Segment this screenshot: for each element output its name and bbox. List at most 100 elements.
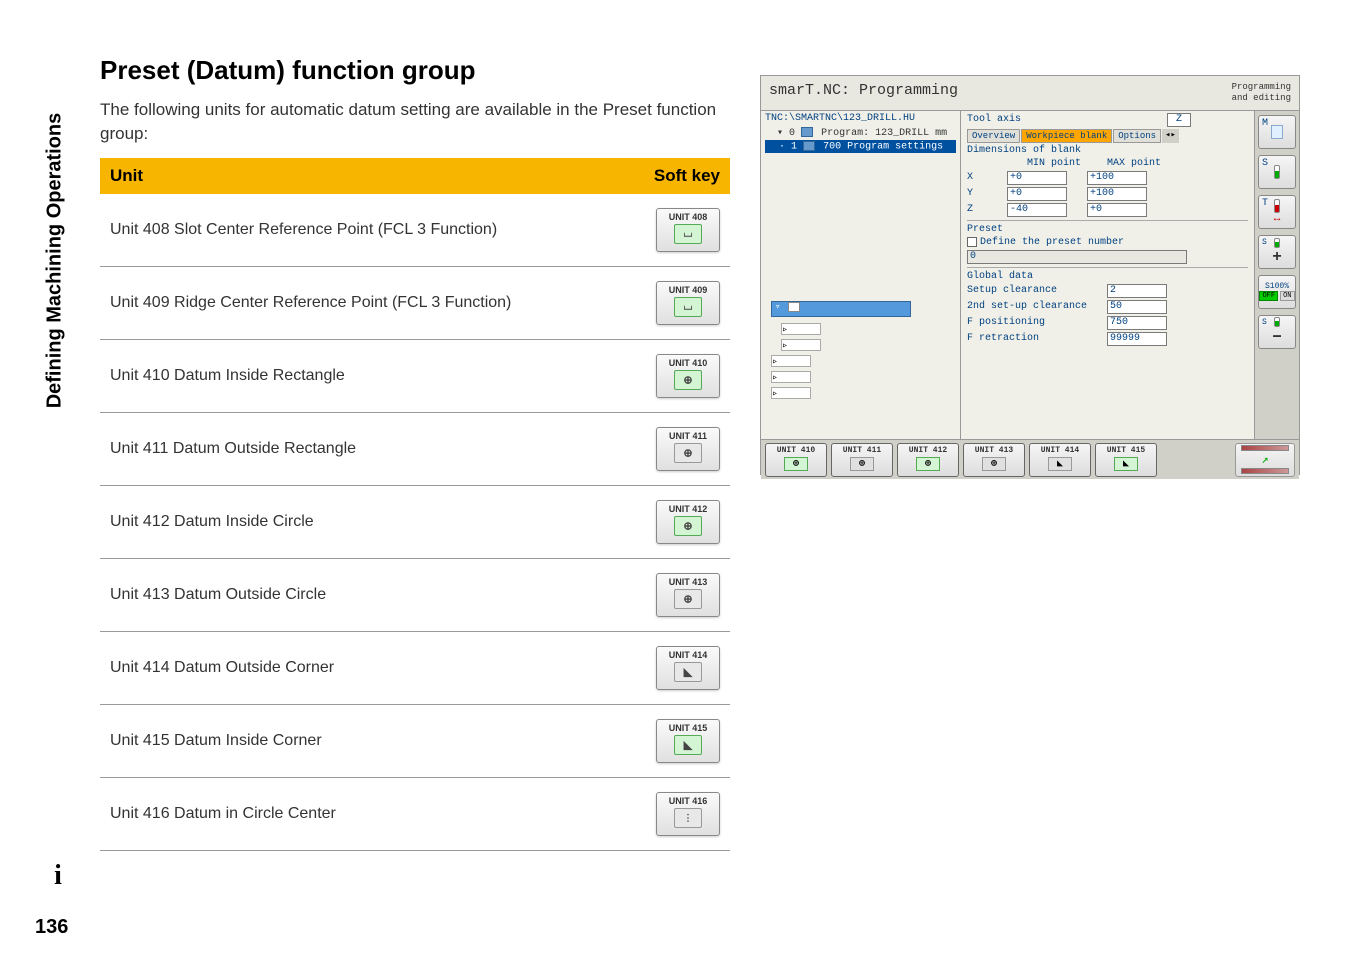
unit-description: Unit 413 Datum Outside Circle [100,558,630,631]
table-header-row: Unit Soft key [100,158,730,194]
softkey-graphic-icon [674,443,702,463]
scr-tabs: Overview Workpiece blank Options ◂▸ [967,129,1248,143]
unit-description: Unit 415 Datum Inside Corner [100,704,630,777]
softkey-button[interactable]: UNIT 413 [656,573,720,617]
softkey-button[interactable]: UNIT 408 [656,208,720,252]
dims-label: Dimensions of blank [967,145,1081,156]
fret-label: F retraction [967,333,1107,344]
tb-minus-button[interactable]: S – [1258,315,1296,349]
tool-axis-value[interactable]: Z [1167,113,1191,127]
unit-description: Unit 412 Datum Inside Circle [100,485,630,558]
footer-softkey-button[interactable]: UNIT 413 [963,443,1025,477]
softkey-graphic-icon [674,589,702,609]
footer-softkey-button[interactable]: UNIT 411 [831,443,893,477]
softkey-cell: UNIT 413 [630,558,730,631]
table-row: Unit 409 Ridge Center Reference Point (F… [100,266,730,339]
fret-row: F retraction 99999 [967,332,1248,346]
x-label: X [967,172,1007,183]
tab-scroll-arrows[interactable]: ◂▸ [1162,129,1179,143]
footer-softkey-label: UNIT 411 [843,446,881,455]
tab-options[interactable]: Options [1113,129,1161,143]
preset-label: Preset [967,224,1003,235]
table-row: Unit 416 Datum in Circle CenterUNIT 416 [100,777,730,850]
define-preset-label: Define the preset number [980,237,1124,248]
tree-placeholder-4[interactable]: ▹ [771,371,811,383]
tb-s100-button[interactable]: S100% OFF ON [1258,275,1296,309]
y-row: Y +0 +100 [967,187,1248,201]
softkey-cell: UNIT 410 [630,339,730,412]
table-row: Unit 411 Datum Outside RectangleUNIT 411 [100,412,730,485]
tab-overview[interactable]: Overview [967,129,1020,143]
tb-s-small2: S [1262,318,1267,327]
tb-m-button[interactable]: M [1258,115,1296,149]
z-min-input[interactable]: -40 [1007,203,1067,217]
footer-softkey-button[interactable]: UNIT 415 [1095,443,1157,477]
softkey-button[interactable]: UNIT 411 [656,427,720,471]
softkey-button[interactable]: UNIT 416 [656,792,720,836]
footer-softkey-button[interactable]: UNIT 410 [765,443,827,477]
footer-softkey-label: UNIT 412 [909,446,947,455]
table-row: Unit 415 Datum Inside Corner UNIT 415 [100,704,730,777]
second-clearance-label: 2nd set-up clearance [967,301,1107,312]
preset-number-input[interactable]: 0 [967,250,1187,264]
softkey-button[interactable]: UNIT 409 [656,281,720,325]
table-row: Unit 410 Datum Inside Rectangle UNIT 410 [100,339,730,412]
info-icon-glyph: i [54,860,62,892]
scr-tree-program[interactable]: ▾ 0 Program: 123_DRILL mm [765,126,956,140]
scr-body: TNC:\SMARTNC\123_DRILL.HU ▾ 0 Program: 1… [761,111,1299,439]
unit-description: Unit 410 Datum Inside Rectangle [100,339,630,412]
scr-tree-settings[interactable]: · 1 700 Program settings [765,140,956,154]
setup-clearance-input[interactable]: 2 [1107,284,1167,298]
fret-input[interactable]: 99999 [1107,332,1167,346]
define-preset-checkbox[interactable] [967,237,977,247]
thermometer-green-icon [1274,165,1280,179]
tb-s-button[interactable]: S [1258,155,1296,189]
nav-bar-top-icon [1241,445,1289,451]
footer-softkey-icon [982,457,1006,471]
tree-placeholder-5[interactable]: ▹ [771,387,811,399]
tb-plus-button[interactable]: S + [1258,235,1296,269]
tree-placeholder-3[interactable]: ▹ [771,355,811,367]
y-min-input[interactable]: +0 [1007,187,1067,201]
second-clearance-input[interactable]: 50 [1107,300,1167,314]
footer-nav-button[interactable]: ↗ [1235,443,1295,477]
on-label: ON [1280,291,1294,301]
second-clearance-row: 2nd set-up clearance 50 [967,300,1248,314]
softkey-label: UNIT 415 [657,723,719,733]
therm-small2-icon [1274,317,1280,327]
y-max-input[interactable]: +100 [1087,187,1147,201]
thermometer-red-icon [1274,199,1280,213]
footer-softkey-icon [850,457,874,471]
tree-placeholder-1[interactable]: ▹ [781,323,821,335]
tb-m-letter: M [1262,118,1268,129]
softkey-graphic-icon [674,224,702,244]
x-max-input[interactable]: +100 [1087,171,1147,185]
scr-right-toolbar: M S T ↔ S + S100% [1254,111,1299,439]
softkey-button[interactable]: UNIT 412 [656,500,720,544]
tab-workpiece-blank[interactable]: Workpiece blank [1021,129,1112,143]
scr-tree-highlight-box[interactable]: ▿ [771,301,911,317]
fpos-label: F positioning [967,317,1107,328]
footer-softkey-button[interactable]: UNIT 414 [1029,443,1091,477]
softkey-button[interactable]: UNIT 410 [656,354,720,398]
tree-num-1: 1 [791,141,797,152]
units-table: Unit Soft key Unit 408 Slot Center Refer… [100,158,730,851]
scr-mode-label: Programming and editing [1232,82,1291,104]
softkey-button[interactable]: UNIT 415 [656,719,720,763]
footer-softkey-button[interactable]: UNIT 412 [897,443,959,477]
tree-placeholder-2[interactable]: ▹ [781,339,821,351]
softkey-cell: UNIT 414 [630,631,730,704]
z-row: Z -40 +0 [967,203,1248,217]
preset-label-row: Preset [967,224,1248,235]
softkey-button[interactable]: UNIT 414 [656,646,720,690]
fpos-input[interactable]: 750 [1107,316,1167,330]
monitor-icon [1271,125,1283,139]
footer-softkey-icon [784,457,808,471]
tb-t-button[interactable]: T ↔ [1258,195,1296,229]
page-title: Preset (Datum) function group [100,55,730,86]
x-min-input[interactable]: +0 [1007,171,1067,185]
z-max-input[interactable]: +0 [1087,203,1147,217]
program-icon [801,127,813,137]
sidebar-section-label: Defining Machining Operations [40,60,70,460]
intro-text: The following units for automatic datum … [100,98,730,146]
